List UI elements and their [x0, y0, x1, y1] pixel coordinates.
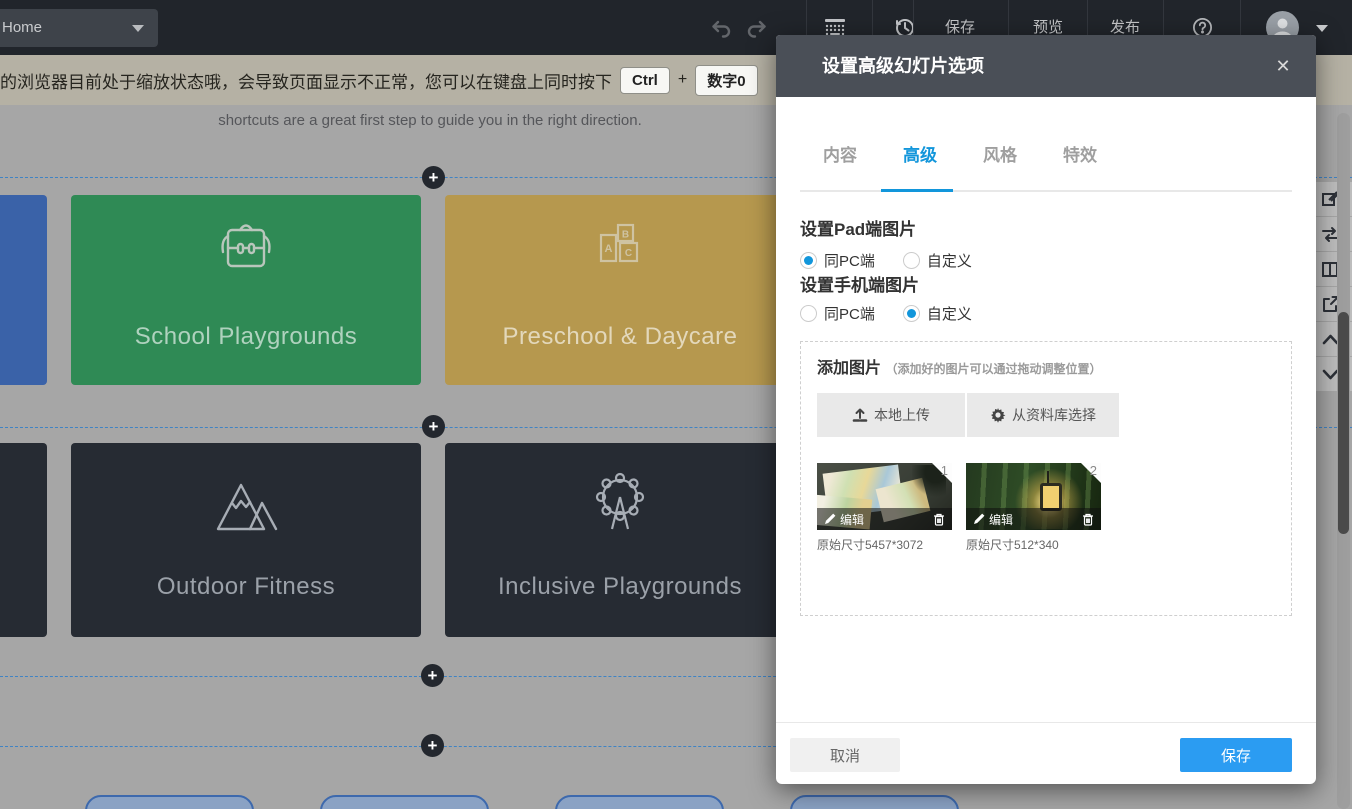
radio-label: 自定义: [927, 250, 972, 271]
card-label: Outdoor Fitness: [71, 573, 421, 601]
radio-pad-custom[interactable]: [903, 252, 920, 269]
library-label: 从资料库选择: [1012, 405, 1096, 425]
save-button[interactable]: 保存: [1180, 738, 1292, 772]
tab-effects[interactable]: 特效: [1040, 141, 1120, 166]
svg-text:A: A: [605, 243, 613, 255]
category-card-inclusive-playgrounds[interactable]: Inclusive Playgrounds: [445, 443, 795, 637]
gear-icon: [990, 407, 1006, 423]
card-label: Inclusive Playgrounds: [445, 573, 795, 601]
add-image-note: （添加好的图片可以通过拖动调整位置）: [885, 362, 1101, 376]
edit-label[interactable]: 编辑: [989, 511, 1013, 528]
phone-images-heading: 设置手机端图片: [800, 271, 919, 296]
add-image-heading: 添加图片 （添加好的图片可以通过拖动调整位置）: [817, 354, 1101, 378]
upload-label: 本地上传: [874, 405, 930, 425]
tab-style[interactable]: 风格: [960, 141, 1040, 166]
site-editor-screen: Home 保存 预览 发布 的: [0, 0, 1352, 809]
category-card-partial[interactable]: [0, 195, 47, 385]
image-size-caption: 原始尺寸512*340: [966, 536, 1059, 553]
local-upload-button[interactable]: 本地上传: [817, 393, 965, 437]
add-image-title: 添加图片: [817, 360, 881, 377]
choose-from-library-button[interactable]: 从资料库选择: [967, 393, 1119, 437]
image-size-caption: 原始尺寸5457*3072: [817, 536, 923, 553]
page-selector-dropdown[interactable]: Home: [0, 9, 158, 47]
category-card-outdoor-fitness[interactable]: Outdoor Fitness: [71, 443, 421, 637]
edit-pencil-icon[interactable]: [824, 513, 836, 525]
phone-images-options: 同PC端 自定义: [800, 303, 972, 323]
delete-trash-icon[interactable]: [933, 513, 945, 526]
section-divider-dashed: [0, 676, 776, 677]
radio-pad-same-pc-selected[interactable]: [800, 252, 817, 269]
tab-active-indicator: [881, 189, 953, 192]
footer-pill-button[interactable]: [555, 795, 724, 809]
dialog-footer: 取消 保存: [776, 722, 1316, 784]
category-card-preschool-daycare[interactable]: ABC Preschool & Daycare: [445, 195, 795, 385]
undo-icon[interactable]: [710, 16, 734, 45]
tab-advanced[interactable]: 高级: [880, 141, 960, 166]
ctrl-keycap: Ctrl: [620, 67, 670, 94]
radio-phone-same-pc[interactable]: [800, 305, 817, 322]
footer-pill-button[interactable]: [85, 795, 254, 809]
dialog-title: 设置高级幻灯片选项: [822, 35, 984, 97]
add-section-button[interactable]: +: [421, 734, 444, 757]
ferris-wheel-icon: [445, 471, 795, 537]
slide-image-1[interactable]: 1 编辑: [817, 463, 952, 530]
tab-underline: [800, 190, 1292, 192]
page-scrollbar-thumb[interactable]: [1338, 312, 1349, 534]
image-action-bar: 编辑: [966, 508, 1101, 530]
abc-blocks-icon: ABC: [445, 217, 795, 279]
svg-text:C: C: [625, 248, 632, 259]
edit-label[interactable]: 编辑: [840, 511, 864, 528]
category-card-school-playgrounds[interactable]: School Playgrounds: [71, 195, 421, 385]
dialog-header: 设置高级幻灯片选项 ✕: [776, 35, 1316, 97]
close-icon[interactable]: ✕: [1272, 55, 1294, 77]
add-image-panel: 添加图片 （添加好的图片可以通过拖动调整位置） 本地上传 从资料库选择 1: [800, 341, 1292, 616]
page-selector-label: Home: [0, 19, 42, 36]
school-bag-icon: [71, 217, 421, 279]
redo-icon[interactable]: [744, 16, 768, 45]
category-card-partial[interactable]: [0, 443, 47, 637]
add-section-button[interactable]: +: [421, 664, 444, 687]
slideshow-options-dialog: 设置高级幻灯片选项 ✕ 内容 高级 风格 特效 设置Pad端图片 同PC端 自定…: [776, 35, 1316, 784]
mountains-icon: [71, 471, 421, 537]
account-chevron-down-icon[interactable]: [1316, 25, 1328, 32]
pad-images-heading: 设置Pad端图片: [800, 215, 916, 240]
upload-icon: [852, 408, 868, 423]
image-action-bar: 编辑: [817, 508, 952, 530]
zoom-warning-text: 的浏览器目前处于缩放状态哦，会导致页面显示不正常，您可以在键盘上同时按下: [0, 68, 612, 93]
slide-image-2[interactable]: 2 编辑: [966, 463, 1101, 530]
image-order-number: 1: [941, 463, 948, 478]
pad-images-options: 同PC端 自定义: [800, 250, 972, 270]
delete-trash-icon[interactable]: [1082, 513, 1094, 526]
chevron-down-icon: [132, 25, 144, 32]
radio-label: 自定义: [927, 303, 972, 324]
radio-label: 同PC端: [824, 250, 875, 271]
svg-text:B: B: [622, 230, 629, 241]
radio-label: 同PC端: [824, 303, 875, 324]
add-section-button[interactable]: +: [422, 415, 445, 438]
footer-pill-button[interactable]: [320, 795, 489, 809]
footer-pill-button[interactable]: [790, 795, 959, 809]
zero-keycap: 数字0: [695, 65, 757, 96]
card-label: School Playgrounds: [71, 323, 421, 351]
card-label: Preschool & Daycare: [445, 323, 795, 351]
page-subtitle-text: shortcuts are a great first step to guid…: [0, 112, 860, 129]
section-divider-dashed: [0, 746, 776, 747]
tab-content[interactable]: 内容: [800, 141, 880, 166]
cancel-button[interactable]: 取消: [790, 738, 900, 772]
radio-phone-custom-selected[interactable]: [903, 305, 920, 322]
edit-pencil-icon[interactable]: [973, 513, 985, 525]
plus-text: +: [678, 71, 687, 89]
image-order-number: 2: [1090, 463, 1097, 478]
add-section-button[interactable]: +: [422, 166, 445, 189]
